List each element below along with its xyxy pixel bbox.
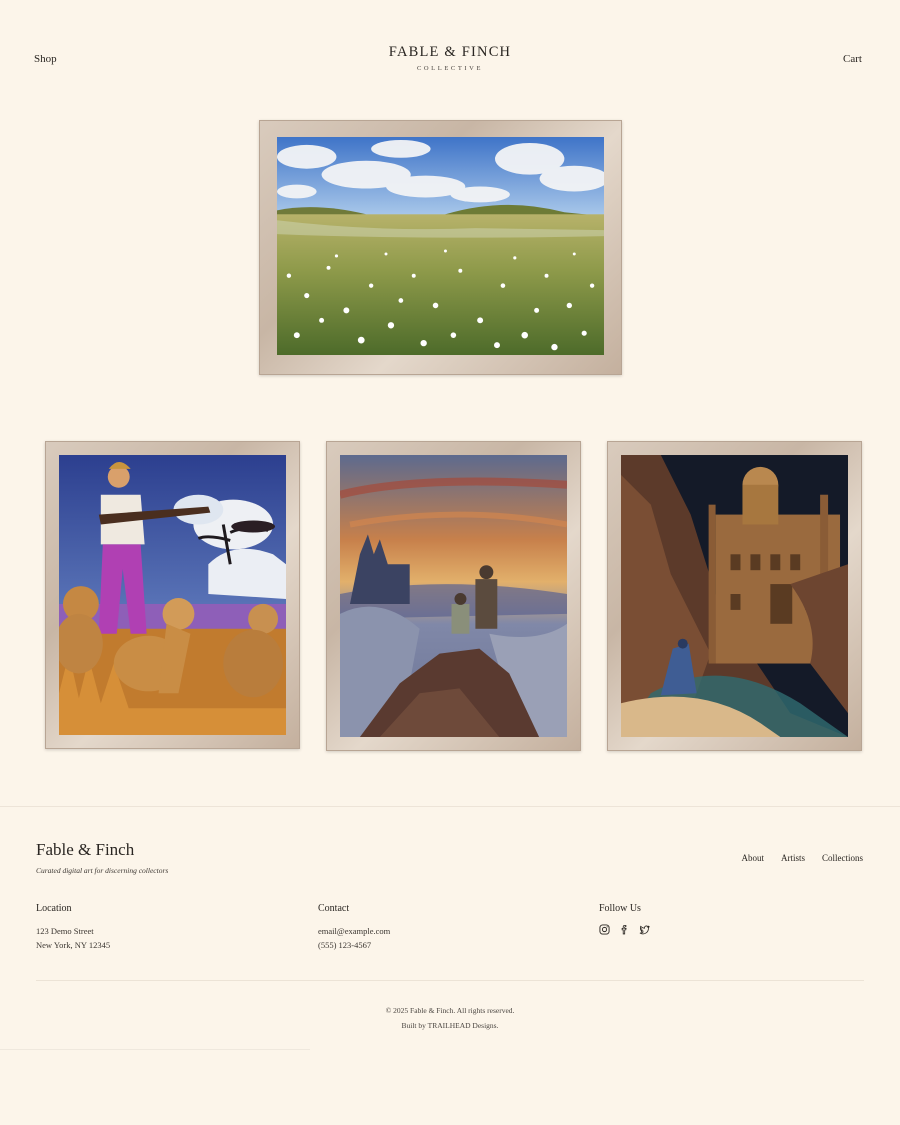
- footer-tagline: Curated digital art for discerning colle…: [36, 866, 169, 875]
- logo-subtitle: COLLECTIVE: [416, 65, 484, 72]
- artwork-frame-3[interactable]: [607, 441, 862, 751]
- contact-title: Contact: [318, 903, 350, 914]
- artwork-frame-1[interactable]: [45, 441, 300, 749]
- follow-title: Follow Us: [599, 903, 641, 914]
- twitter-icon[interactable]: [639, 924, 650, 935]
- artwork-image-palace: [621, 455, 848, 737]
- contact-phone-link[interactable]: (555) 123-4567: [318, 940, 390, 950]
- artwork-image-hunter-lions: [59, 455, 286, 735]
- contact-email-link[interactable]: email@example.com: [318, 926, 390, 936]
- footer-divider: [0, 806, 900, 807]
- location-street: 123 Demo Street: [36, 926, 94, 936]
- featured-artwork-frame[interactable]: [259, 120, 622, 375]
- copyright-text: © 2025 Fable & Finch. All rights reserve…: [385, 1006, 515, 1015]
- built-by-text[interactable]: Built by TRAILHEAD Designs.: [0, 1021, 900, 1030]
- footer-links: About Artists Collections: [741, 853, 863, 863]
- location-city: New York, NY 12345: [36, 940, 111, 950]
- footer-location: Location 123 Demo Street New York, NY 12…: [36, 903, 110, 950]
- artwork-frame-2[interactable]: [326, 441, 581, 751]
- site-logo[interactable]: FABLE & FINCH COLLECTIVE: [0, 44, 900, 72]
- footer-link-artists[interactable]: Artists: [781, 853, 805, 863]
- footer-link-collections[interactable]: Collections: [822, 853, 863, 863]
- social-icons: [599, 924, 650, 935]
- footer-brand: Fable & Finch: [36, 840, 135, 859]
- featured-artwork-image: [277, 137, 604, 355]
- footer-follow: Follow Us: [599, 903, 650, 935]
- bottom-divider: [0, 1049, 310, 1050]
- instagram-icon[interactable]: [599, 924, 610, 935]
- footer-rule: [36, 980, 864, 981]
- footer-link-about[interactable]: About: [741, 853, 764, 863]
- footer-contact: Contact email@example.com (555) 123-4567: [318, 903, 390, 950]
- site-header: Shop FABLE & FINCH COLLECTIVE Cart: [0, 0, 900, 100]
- logo-title: FABLE & FINCH: [388, 44, 512, 60]
- nav-cart-link[interactable]: Cart: [843, 53, 862, 65]
- location-title: Location: [36, 903, 72, 914]
- facebook-icon[interactable]: [619, 924, 630, 935]
- artwork-image-cliff-sunset: [340, 455, 567, 737]
